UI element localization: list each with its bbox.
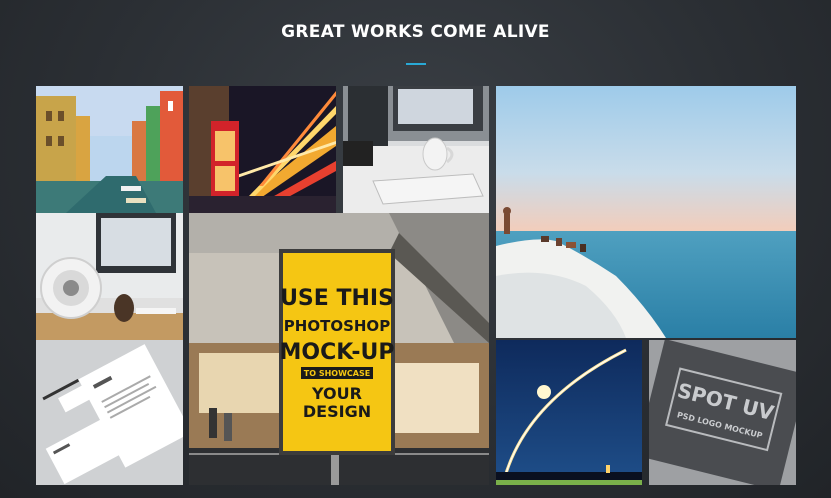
gallery-item-rocket-launch[interactable] <box>496 340 642 485</box>
gallery-item-desk-workspace[interactable] <box>343 86 489 213</box>
poster-line-mockup: MOCK-UP <box>280 340 395 365</box>
gallery-item-london-phone-booth[interactable] <box>189 86 336 213</box>
gallery-item-stationery-mockup[interactable] <box>36 340 183 485</box>
gallery-item-sea-cliff[interactable] <box>496 86 796 338</box>
gallery-item-speaker-desk[interactable] <box>36 213 183 340</box>
gallery-item-poster-mockup[interactable]: USE THIS PHOTOSHOP MOCK-UP TO SHOWCASE Y… <box>189 213 489 485</box>
poster-line-to-showcase: TO SHOWCASE <box>304 369 370 378</box>
poster-line-photoshop: PHOTOSHOP <box>284 317 390 335</box>
poster-line-use-this: USE THIS <box>280 286 394 311</box>
poster-line-your: YOUR <box>311 384 362 403</box>
poster-line-design: DESIGN <box>303 402 371 421</box>
gallery-item-canal-town[interactable] <box>36 86 183 213</box>
title-underline <box>406 63 426 65</box>
section-title: GREAT WORKS COME ALIVE <box>281 22 550 42</box>
gallery-item-spot-uv-mockup[interactable]: SPOT UV PSD LOGO MOCKUP <box>649 340 796 485</box>
